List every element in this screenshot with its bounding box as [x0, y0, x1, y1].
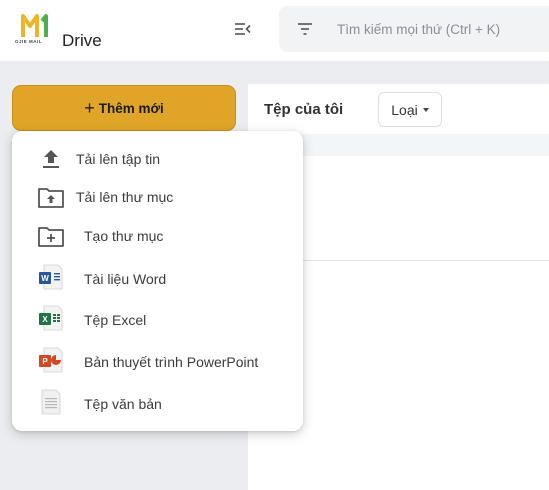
- svg-text:P: P: [42, 357, 48, 366]
- plus-icon: +: [84, 98, 95, 118]
- upload-file-icon: [37, 145, 65, 173]
- new-folder-icon: [37, 222, 65, 250]
- page-title: Tệp của tôi: [264, 101, 344, 118]
- menu-item-text-file[interactable]: Tệp văn bản: [12, 384, 303, 422]
- collapse-sidebar-button[interactable]: [231, 18, 255, 40]
- word-icon: W: [37, 263, 65, 291]
- type-filter-dropdown[interactable]: Loại: [378, 92, 442, 127]
- filter-icon[interactable]: [296, 20, 314, 38]
- menu-item-word-document[interactable]: W Tài liệu Word: [12, 259, 303, 297]
- add-new-button[interactable]: + Thêm mới: [12, 85, 236, 131]
- menu-item-powerpoint[interactable]: P Bản thuyết trình PowerPoint: [12, 342, 303, 380]
- menu-item-label: Tải lên thư mục: [76, 189, 174, 205]
- new-item-menu: Tải lên tập tin Tải lên thư mục Tạo thư …: [12, 131, 303, 431]
- menu-item-create-folder[interactable]: Tạo thư mục: [12, 217, 303, 255]
- menu-item-label: Bản thuyết trình PowerPoint: [84, 354, 259, 370]
- menu-item-upload-file[interactable]: Tải lên tập tin: [12, 140, 303, 178]
- excel-icon: X: [37, 304, 65, 332]
- menu-item-excel-file[interactable]: X Tệp Excel: [12, 300, 303, 338]
- search-bar: [279, 6, 549, 52]
- svg-text:X: X: [42, 315, 48, 324]
- menu-item-label: Tạo thư mục: [84, 228, 164, 244]
- menu-item-label: Tài liệu Word: [84, 271, 167, 287]
- main-toolbar: Tệp của tôi Loại: [248, 84, 549, 134]
- type-filter-label: Loại: [391, 101, 418, 118]
- app-title: Drive: [62, 31, 102, 50]
- add-new-label: Thêm mới: [98, 100, 164, 116]
- powerpoint-icon: P: [37, 346, 65, 374]
- menu-item-label: Tải lên tập tin: [76, 151, 161, 167]
- text-file-icon: [37, 388, 65, 416]
- menu-item-upload-folder[interactable]: Tải lên thư mục: [12, 178, 303, 216]
- svg-text:W: W: [41, 274, 49, 283]
- app-header: OJIE MAIL Drive: [0, 0, 549, 61]
- logo-text: OJIE MAIL: [15, 39, 43, 44]
- upload-folder-icon: [37, 183, 65, 211]
- collapse-menu-icon: [235, 23, 251, 35]
- search-input[interactable]: [337, 6, 549, 52]
- caret-down-icon: [422, 107, 429, 112]
- menu-item-label: Tệp văn bản: [84, 396, 162, 412]
- menu-item-label: Tệp Excel: [84, 312, 147, 328]
